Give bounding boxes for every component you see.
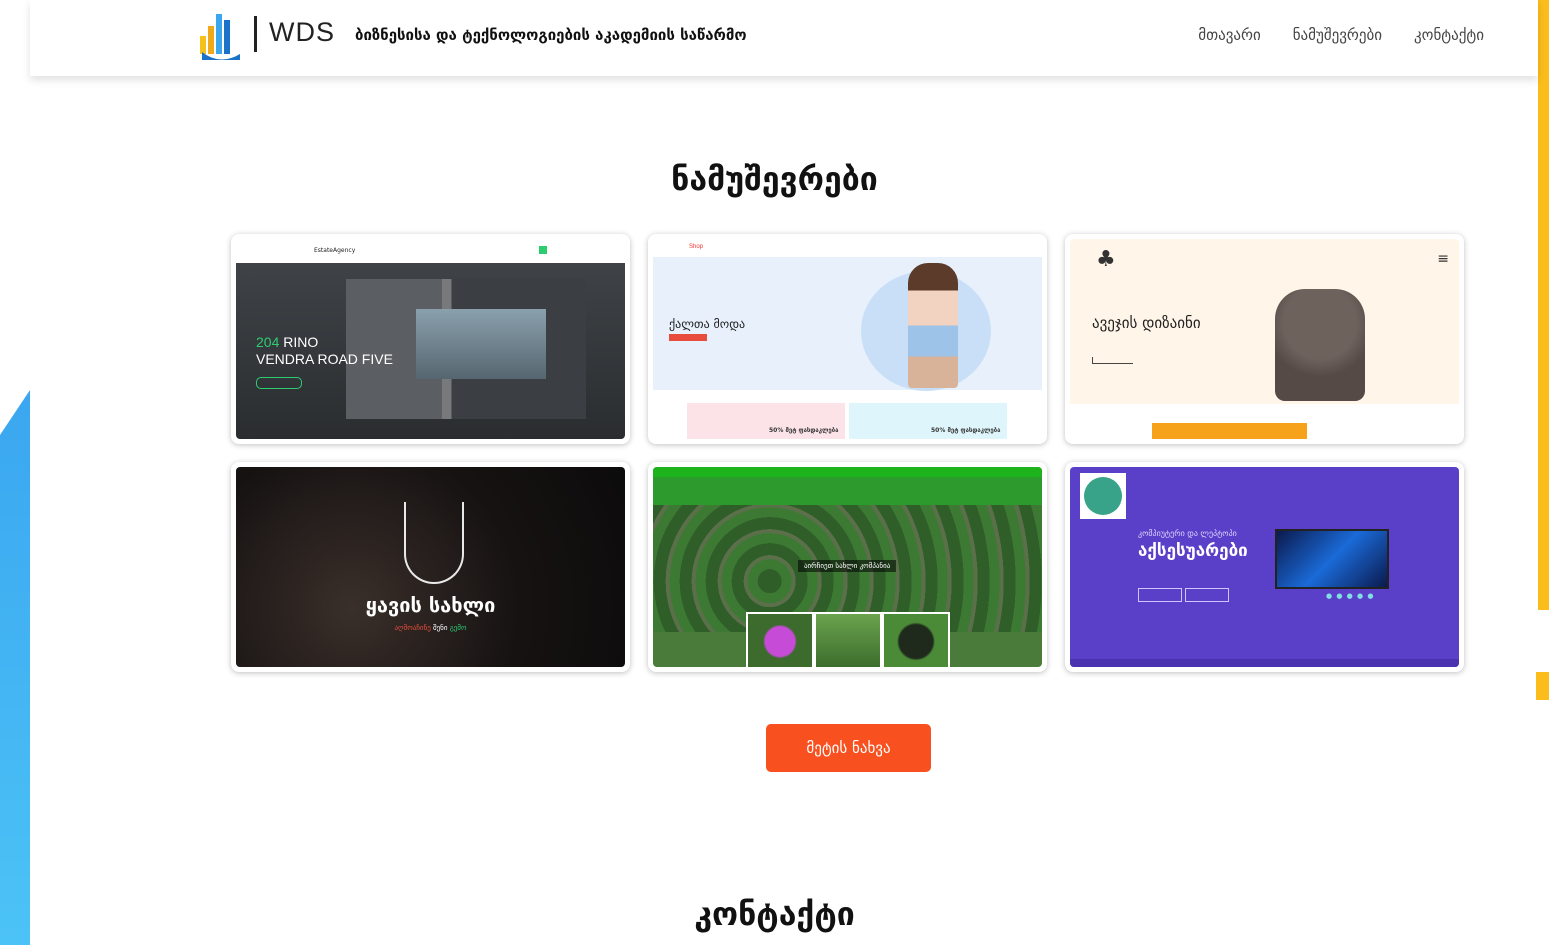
promo-banner-2: 50% მეტ ფასდაკლება <box>849 403 1007 439</box>
decorative-yellow-side <box>1538 0 1549 610</box>
computer-image <box>1275 529 1389 589</box>
works-section-title: ნამუშევრები <box>671 160 878 198</box>
preview-cta <box>256 377 302 389</box>
tech-title: აქსესუარები <box>1138 541 1248 561</box>
work-preview-estate: EstateAgency 204 RINO VENDRA ROAD FIVE <box>236 239 625 439</box>
works-grid: EstateAgency 204 RINO VENDRA ROAD FIVE S… <box>231 234 1466 674</box>
work-card-shop[interactable]: Shop ქალთა მოდა 50% მეტ ფასდაკლება 50% მ… <box>648 234 1047 444</box>
shop-hero-button <box>669 334 707 341</box>
garden-navbar <box>653 477 1042 505</box>
furniture-hero-text: ავეჯის დიზაინი <box>1092 314 1201 332</box>
model-image <box>908 263 958 388</box>
nav-item-contact[interactable]: კონტაქტი <box>1414 26 1484 44</box>
site-header: WDS ბიზნესისა და ტექნოლოგიების აკადემიის… <box>30 0 1538 76</box>
coffee-subtitle: აღმოაჩინე შენი გემო <box>394 624 467 632</box>
logo-text[interactable]: WDS <box>269 17 335 48</box>
tech-footer-bar <box>1070 659 1459 667</box>
chair-image <box>1275 289 1365 401</box>
preview-topbar <box>236 239 625 263</box>
menu-icon: ≡ <box>1437 251 1449 267</box>
work-preview-furniture: ♣ ≡ ავეჯის დიზაინი <box>1070 239 1459 439</box>
work-preview-tech: კომპიუტერი და ლეპტოპი აქსესუარები ● ● ● … <box>1070 467 1459 667</box>
work-preview-garden: აირჩიეთ სახლი კომპანია <box>653 467 1042 667</box>
nav-item-works[interactable]: ნამუშევრები <box>1293 26 1382 44</box>
hero-line <box>1092 357 1133 364</box>
see-more-button[interactable]: მეტის ნახვა <box>766 724 931 772</box>
work-card-garden[interactable]: აირჩიეთ სახლი კომპანია <box>648 462 1047 672</box>
garden-thumb-1 <box>746 612 814 667</box>
coffee-title: ყავის სახლი <box>365 593 496 617</box>
decorative-yellow-corner <box>1536 672 1549 700</box>
furniture-logo-icon: ♣ <box>1096 247 1116 272</box>
preview-brand: EstateAgency <box>314 247 356 254</box>
preview-address: VENDRA ROAD FIVE <box>256 351 393 367</box>
preview-button <box>539 246 547 254</box>
nav-item-home[interactable]: მთავარი <box>1198 26 1260 44</box>
work-card-estate[interactable]: EstateAgency 204 RINO VENDRA ROAD FIVE <box>231 234 630 444</box>
main-nav: მთავარი ნამუშევრები კონტაქტი <box>1198 26 1484 44</box>
garden-thumb-3 <box>882 612 950 667</box>
tech-subtitle: კომპიუტერი და ლეპტოპი <box>1138 529 1237 538</box>
coffee-cup-icon <box>404 502 464 584</box>
garden-thumb-2 <box>814 612 882 667</box>
garden-caption: აირჩიეთ სახლი კომპანია <box>798 560 897 572</box>
site-title: ბიზნესისა და ტექნოლოგიების აკადემიის საწ… <box>355 26 747 44</box>
promo-text-2: 50% მეტ ფასდაკლება <box>931 427 1001 434</box>
promo-banner-1: 50% მეტ ფასდაკლება <box>687 403 845 439</box>
logo-icon[interactable] <box>198 10 242 62</box>
work-card-coffee[interactable]: ყავის სახლი აღმოაჩინე შენი გემო <box>231 462 630 672</box>
shop-logo: Shop <box>689 244 704 250</box>
preview-price: 204 RINO <box>256 334 319 350</box>
tech-button-2 <box>1185 588 1229 602</box>
work-preview-shop: Shop ქალთა მოდა 50% მეტ ფასდაკლება 50% მ… <box>653 239 1042 439</box>
slider-dots: ● ● ● ● ● <box>1326 592 1375 600</box>
promo-text-1: 50% მეტ ფასდაკლება <box>769 427 839 434</box>
tech-button-1 <box>1138 588 1182 602</box>
logo-divider <box>254 16 257 52</box>
garden-topbar <box>653 467 1042 477</box>
work-card-furniture[interactable]: ♣ ≡ ავეჯის დიზაინი <box>1065 234 1464 444</box>
orange-banner <box>1152 423 1307 439</box>
decorative-blue-shape <box>0 390 30 945</box>
building-glass <box>416 309 546 379</box>
monitor-logo-icon <box>1080 473 1126 519</box>
shop-hero-text: ქალთა მოდა <box>669 317 746 331</box>
contact-section-title: კონტაქტი <box>694 895 855 933</box>
work-preview-coffee: ყავის სახლი აღმოაჩინე შენი გემო <box>236 467 625 667</box>
work-card-tech[interactable]: კომპიუტერი და ლეპტოპი აქსესუარები ● ● ● … <box>1065 462 1464 672</box>
